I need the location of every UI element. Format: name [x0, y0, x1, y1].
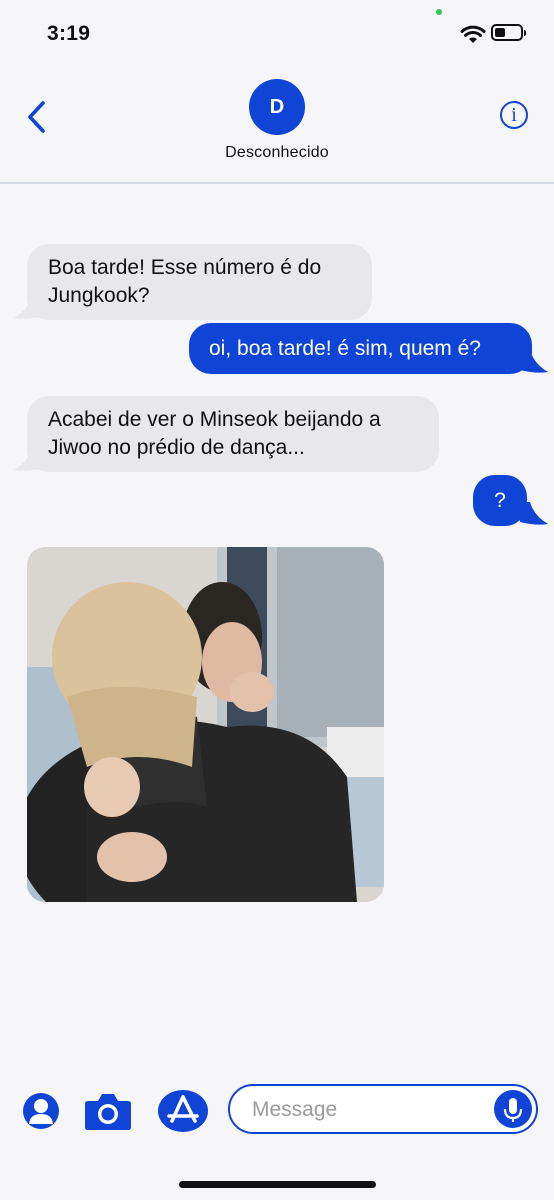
- info-icon[interactable]: i: [500, 101, 528, 129]
- avatar-initial: D: [269, 95, 285, 118]
- message-input[interactable]: [250, 1094, 484, 1126]
- photo-attachment[interactable]: [27, 547, 384, 902]
- contact-name[interactable]: Desconhecido: [0, 144, 554, 162]
- camera-icon[interactable]: [84, 1091, 132, 1131]
- message-text: ?: [494, 489, 506, 512]
- contact-avatar[interactable]: D: [249, 79, 305, 135]
- home-indicator[interactable]: [179, 1181, 376, 1188]
- status-bar: 3:19: [0, 0, 554, 70]
- outgoing-message[interactable]: ?: [473, 475, 527, 526]
- message-text-line: Boa tarde! Esse número é do: [48, 256, 322, 279]
- incoming-message[interactable]: Acabei de ver o Minseok beijando a Jiwoo…: [27, 396, 439, 472]
- message-text-line: Jungkook?: [48, 284, 150, 307]
- outgoing-message[interactable]: oi, boa tarde! é sim, quem é?: [189, 323, 532, 374]
- message-input-container[interactable]: [228, 1084, 538, 1134]
- contact-icon[interactable]: [22, 1092, 60, 1130]
- microphone-button[interactable]: [494, 1090, 532, 1128]
- conversation-header: D Desconhecido i: [0, 70, 554, 184]
- message-text-line: Jiwoo no prédio de dança...: [48, 436, 305, 459]
- back-chevron-icon[interactable]: [26, 100, 48, 134]
- message-text-line: Acabei de ver o Minseok beijando a: [48, 408, 381, 431]
- photo-image: [27, 547, 384, 902]
- message-text: oi, boa tarde! é sim, quem é?: [209, 337, 481, 360]
- wifi-icon: [460, 25, 486, 43]
- incoming-message[interactable]: Boa tarde! Esse número é do Jungkook?: [27, 244, 372, 320]
- microphone-icon: [503, 1098, 523, 1122]
- status-time: 3:19: [47, 22, 91, 45]
- app-store-icon[interactable]: [157, 1089, 209, 1133]
- battery-icon: [491, 24, 526, 41]
- privacy-indicator-dot: [436, 9, 442, 15]
